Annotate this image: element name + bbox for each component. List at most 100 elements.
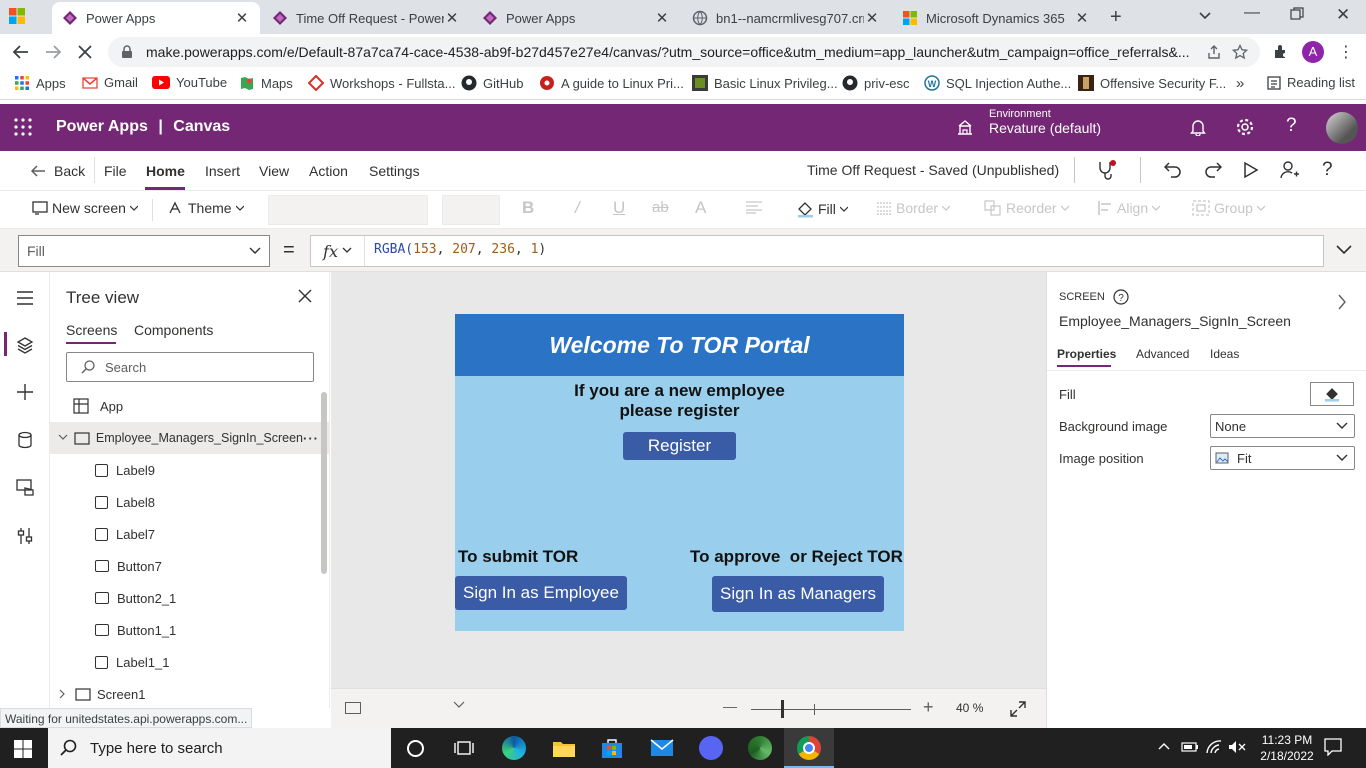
bookmark-linux-guide[interactable]: A guide to Linux Pri... [539,75,684,91]
close-tab-icon[interactable]: ✕ [1074,9,1090,27]
wifi-icon[interactable] [1206,740,1222,754]
bold-icon[interactable]: B [522,198,534,218]
chevron-right-icon[interactable] [59,689,67,699]
app-title-label[interactable]: Welcome To TOR Portal [455,314,904,376]
close-tab-icon[interactable]: ✕ [444,9,460,27]
browser-tab-powerapps[interactable]: Power Apps ✕ [52,2,260,34]
file-explorer-icon[interactable] [552,738,576,758]
environment-picker[interactable]: Environment Revature (default) [989,108,1101,136]
help-icon[interactable]: ? [1286,115,1297,137]
close-tab-icon[interactable]: ✕ [234,9,250,27]
zoom-in-button[interactable]: + [923,697,934,718]
tree-item-screen[interactable]: Screen1 [50,678,329,710]
kebab-menu-icon[interactable]: ⋮ [1338,42,1354,62]
menu-view[interactable]: View [259,163,289,179]
menu-action[interactable]: Action [309,163,348,179]
sign-in-employee-button[interactable]: Sign In as Employee [455,576,627,610]
bookmark-offensive-security[interactable]: Offensive Security F... [1078,75,1226,91]
zoom-out-button[interactable]: — [723,698,737,714]
tree-item-screen-selected[interactable]: Employee_Managers_SignIn_Screen ··· [50,422,329,454]
tree-item-child[interactable]: Button7 [50,550,329,582]
tree-item-child[interactable]: Label8 [50,486,329,518]
sign-in-managers-button[interactable]: Sign In as Managers [712,576,884,612]
help-icon[interactable]: ? [1322,159,1333,181]
browser-tab-time-off[interactable]: Time Off Request - Power Apps ✕ [262,2,470,34]
screen-picker-icon[interactable] [345,702,361,714]
menu-insert[interactable]: Insert [205,163,240,179]
edge-dev-icon[interactable] [748,736,772,760]
underline-icon[interactable]: U [613,198,625,218]
task-view-icon[interactable] [454,739,474,757]
register-button[interactable]: Register [623,432,736,460]
tab-properties[interactable]: Properties [1057,347,1116,361]
bookmark-youtube[interactable]: YouTube [152,75,227,90]
tab-ideas[interactable]: Ideas [1210,347,1239,361]
fill-color-picker[interactable] [1310,382,1354,406]
undo-icon[interactable] [1164,161,1182,179]
windows-start-icon[interactable] [14,740,32,758]
chevron-up-icon[interactable] [1158,742,1170,750]
edge-icon[interactable] [502,736,526,760]
profile-avatar[interactable]: A [1302,41,1324,63]
browser-tab-dynamics[interactable]: Microsoft Dynamics 365 ✕ [892,2,1100,34]
user-avatar[interactable] [1326,112,1358,144]
bookmark-github[interactable]: GitHub [461,75,523,91]
tree-item-app[interactable]: App [50,390,329,422]
chevron-right-icon[interactable] [1337,294,1347,310]
reorder-button[interactable]: Reorder [984,200,1069,216]
insert-plus-icon[interactable] [16,383,34,401]
chevron-down-icon[interactable] [58,434,68,442]
property-dropdown[interactable]: Fill [18,235,270,267]
tab-search-icon[interactable] [1198,8,1212,22]
font-color-icon[interactable]: A [695,198,706,218]
bookmark-maps[interactable]: Maps [239,75,293,91]
app-screen-preview[interactable]: Welcome To TOR Portal If you are a new e… [455,314,904,631]
back-arrow-icon[interactable] [12,43,30,61]
tree-item-child[interactable]: Button1_1 [50,614,329,646]
waffle-menu-icon[interactable] [14,118,32,136]
close-tab-icon[interactable]: ✕ [864,9,880,27]
bookmark-priv-esc[interactable]: priv-esc [842,75,910,91]
back-button[interactable]: Back [30,163,85,179]
zoom-slider-track[interactable] [751,709,911,710]
new-tab-icon[interactable]: + [1110,6,1122,29]
approve-tor-label[interactable]: To approve or Reject TOR [690,547,903,567]
font-family-select[interactable] [268,195,428,225]
tab-components[interactable]: Components [134,322,213,338]
close-icon[interactable] [298,289,312,303]
tab-advanced[interactable]: Advanced [1136,347,1189,361]
align-button[interactable]: Align [1097,200,1161,216]
discord-icon[interactable] [699,736,723,760]
tree-item-child[interactable]: Button2_1 [50,582,329,614]
bookmark-gmail[interactable]: Gmail [82,75,138,90]
bookmarks-overflow[interactable]: » [1236,75,1244,92]
fit-to-window-icon[interactable] [1010,701,1026,717]
menu-home[interactable]: Home [146,163,185,179]
tree-item-child[interactable]: Label9 [50,454,329,486]
tree-item-child[interactable]: Label7 [50,518,329,550]
group-button[interactable]: Group [1192,200,1265,216]
submit-tor-label[interactable]: To submit TOR [458,547,578,567]
expand-formula-icon[interactable] [1336,245,1352,255]
bookmark-apps[interactable]: Apps [14,75,66,91]
browser-tab-crm[interactable]: bn1--namcrmlivesg707.crm ✕ [682,2,890,34]
close-window-icon[interactable]: ✕ [1336,5,1350,25]
more-options-icon[interactable]: ··· [303,431,319,446]
theme-button[interactable]: Theme [168,200,244,216]
background-image-select[interactable]: None [1210,414,1355,438]
tree-view-icon[interactable] [16,336,34,354]
redo-icon[interactable] [1204,161,1222,179]
address-bar[interactable]: make.powerapps.com/e/Default-87a7ca74-ca… [108,37,1260,67]
store-icon[interactable] [601,737,623,759]
hamburger-icon[interactable] [16,291,34,305]
volume-muted-icon[interactable] [1228,740,1246,754]
battery-icon[interactable] [1181,741,1199,753]
notification-center-icon[interactable] [1324,738,1342,756]
help-circle-icon[interactable]: ? [1113,289,1129,305]
play-preview-icon[interactable] [1243,161,1259,179]
new-screen-button[interactable]: New screen [32,200,138,216]
image-position-select[interactable]: Fit [1210,446,1355,470]
function-picker[interactable]: fx [311,236,365,266]
stop-loading-icon[interactable] [76,43,94,61]
system-clock[interactable]: 11:23 PM 2/18/2022 [1252,732,1322,764]
